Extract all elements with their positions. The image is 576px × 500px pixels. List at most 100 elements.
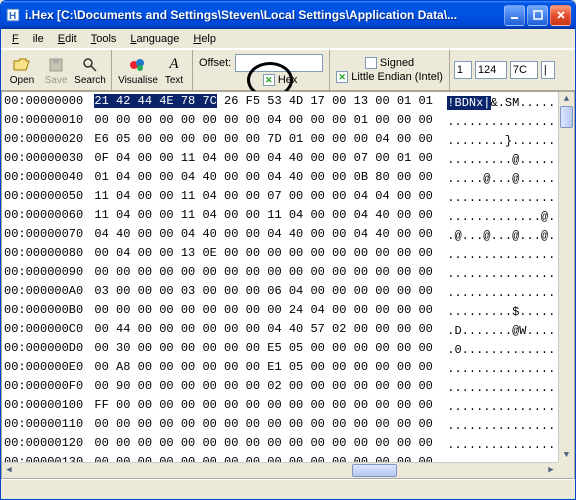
checkbox-unchecked-icon	[365, 57, 377, 69]
offset-label: Offset:	[199, 57, 231, 69]
ascii-col[interactable]: ................	[433, 246, 565, 265]
ascii-col[interactable]: .....@...@......	[433, 170, 565, 189]
ascii-col[interactable]: ................	[433, 379, 565, 398]
hex-row[interactable]: 00:00000120 00 00 00 00 00 00 00 00 00 0…	[4, 436, 565, 455]
ascii-col[interactable]: .........$......	[433, 303, 565, 322]
open-button[interactable]: Open	[5, 55, 39, 86]
hex-editor[interactable]: 00:00000000 21 42 44 4E 78 7C 26 F5 53 4…	[1, 91, 575, 479]
ascii-col[interactable]: ................	[433, 436, 565, 455]
hex-bytes[interactable]: 11 04 00 00 11 04 00 00 07 00 00 00 04 0…	[83, 189, 433, 208]
checkbox-checked-icon: ✕	[263, 74, 275, 86]
hex-row[interactable]: 00:00000100 FF 00 00 00 00 00 00 00 00 0…	[4, 398, 565, 417]
scroll-left-icon[interactable]: ◀	[2, 463, 16, 478]
maximize-button[interactable]	[527, 5, 548, 26]
value-hex-input[interactable]	[510, 61, 538, 79]
hex-row[interactable]: 00:000000D0 00 30 00 00 00 00 00 00 E5 0…	[4, 341, 565, 360]
close-button[interactable]	[550, 5, 571, 26]
checkbox-checked-icon: ✕	[336, 71, 348, 83]
ascii-col[interactable]: !BDNx|&.SM......	[433, 94, 565, 113]
ascii-col[interactable]: .@...@...@...@..	[433, 227, 565, 246]
hex-row[interactable]: 00:00000020 E6 05 00 00 00 00 00 00 7D 0…	[4, 132, 565, 151]
ascii-col[interactable]: .............@..	[433, 208, 565, 227]
hex-row[interactable]: 00:00000010 00 00 00 00 00 00 00 00 04 0…	[4, 113, 565, 132]
svg-text:H: H	[9, 11, 16, 22]
text-button[interactable]: A Text	[160, 55, 188, 86]
hex-bytes[interactable]: 00 00 00 00 00 00 00 00 00 24 04 00 00 0…	[83, 303, 433, 322]
search-button[interactable]: Search	[73, 55, 107, 86]
hex-bytes[interactable]: 00 A8 00 00 00 00 00 00 E1 05 00 00 00 0…	[83, 360, 433, 379]
hex-row[interactable]: 00:00000050 11 04 00 00 11 04 00 00 07 0…	[4, 189, 565, 208]
hex-row[interactable]: 00:000000A0 03 00 00 00 03 00 00 00 06 0…	[4, 284, 565, 303]
ascii-col[interactable]: ................	[433, 417, 565, 436]
hex-row[interactable]: 00:00000040 01 04 00 00 04 40 00 00 04 4…	[4, 170, 565, 189]
hex-row[interactable]: 00:000000F0 00 90 00 00 00 00 00 00 02 0…	[4, 379, 565, 398]
ascii-col[interactable]: ................	[433, 398, 565, 417]
offset-hex-checkbox[interactable]: ✕ Hex	[263, 74, 298, 86]
value-char-input[interactable]	[541, 61, 555, 79]
offset-col: 00:00000040	[4, 170, 83, 189]
hex-bytes[interactable]: E6 05 00 00 00 00 00 00 7D 01 00 00 00 0…	[83, 132, 433, 151]
menu-help[interactable]: Help	[186, 31, 223, 47]
hex-bytes[interactable]: 00 00 00 00 00 00 00 00 04 00 00 00 01 0…	[83, 113, 433, 132]
menu-tools[interactable]: Tools	[84, 31, 124, 47]
app-window: H i.Hex [C:\Documents and Settings\Steve…	[0, 0, 576, 500]
scrollbar-thumb[interactable]	[352, 464, 397, 477]
ascii-col[interactable]: ................	[433, 360, 565, 379]
scroll-right-icon[interactable]: ▶	[544, 463, 558, 478]
hex-row[interactable]: 00:00000030 0F 04 00 00 11 04 00 00 04 4…	[4, 151, 565, 170]
hex-row[interactable]: 00:00000060 11 04 00 00 11 04 00 00 11 0…	[4, 208, 565, 227]
signed-checkbox[interactable]: Signed	[365, 57, 414, 69]
titlebar[interactable]: H i.Hex [C:\Documents and Settings\Steve…	[1, 1, 575, 29]
hex-row[interactable]: 00:000000B0 00 00 00 00 00 00 00 00 00 2…	[4, 303, 565, 322]
hex-bytes[interactable]: 00 90 00 00 00 00 00 00 02 00 00 00 00 0…	[83, 379, 433, 398]
hex-bytes[interactable]: 00 00 00 00 00 00 00 00 00 00 00 00 00 0…	[83, 265, 433, 284]
value-byte-input[interactable]	[454, 61, 472, 79]
horizontal-scrollbar[interactable]: ◀ ▶	[2, 462, 558, 478]
hex-bytes[interactable]: 04 40 00 00 04 40 00 00 04 40 00 00 04 4…	[83, 227, 433, 246]
hex-row[interactable]: 00:000000C0 00 44 00 00 00 00 00 00 04 4…	[4, 322, 565, 341]
hex-bytes[interactable]: 00 00 00 00 00 00 00 00 00 00 00 00 00 0…	[83, 436, 433, 455]
visualise-button[interactable]: Visualise	[116, 55, 160, 86]
hex-row[interactable]: 00:00000000 21 42 44 4E 78 7C 26 F5 53 4…	[4, 94, 565, 113]
menu-edit[interactable]: Edit	[51, 31, 84, 47]
ascii-col[interactable]: .........@......	[433, 151, 565, 170]
hex-row[interactable]: 00:00000110 00 00 00 00 00 00 00 00 00 0…	[4, 417, 565, 436]
search-icon	[73, 55, 107, 75]
offset-col: 00:00000120	[4, 436, 83, 455]
save-button[interactable]: Save	[39, 55, 73, 86]
hex-bytes[interactable]: FF 00 00 00 00 00 00 00 00 00 00 00 00 0…	[83, 398, 433, 417]
hex-row[interactable]: 00:00000070 04 40 00 00 04 40 00 00 04 4…	[4, 227, 565, 246]
vertical-scrollbar[interactable]: ▲ ▼	[558, 92, 574, 462]
offset-col: 00:000000D0	[4, 341, 83, 360]
menu-file[interactable]: File	[5, 31, 51, 47]
menu-language[interactable]: Language	[123, 31, 186, 47]
ascii-col[interactable]: ................	[433, 284, 565, 303]
hex-bytes[interactable]: 00 04 00 00 13 0E 00 00 00 00 00 00 00 0…	[83, 246, 433, 265]
little-endian-checkbox[interactable]: ✕ Little Endian (Intel)	[336, 71, 443, 83]
ascii-col[interactable]: ................	[433, 189, 565, 208]
ascii-col[interactable]: ........}.......	[433, 132, 565, 151]
hex-bytes[interactable]: 21 42 44 4E 78 7C 26 F5 53 4D 17 00 13 0…	[83, 94, 433, 113]
offset-input[interactable]	[235, 54, 323, 72]
ascii-col[interactable]: .0..............	[433, 341, 565, 360]
hex-bytes[interactable]: 0F 04 00 00 11 04 00 00 04 40 00 00 07 0…	[83, 151, 433, 170]
scrollbar-thumb[interactable]	[560, 106, 573, 128]
scroll-down-icon[interactable]: ▼	[559, 448, 574, 462]
offset-col: 00:00000090	[4, 265, 83, 284]
ascii-col[interactable]: .D.......@W.....	[433, 322, 565, 341]
minimize-button[interactable]	[504, 5, 525, 26]
hex-bytes[interactable]: 00 44 00 00 00 00 00 00 04 40 57 02 00 0…	[83, 322, 433, 341]
ascii-col[interactable]: ................	[433, 265, 565, 284]
hex-row[interactable]: 00:000000E0 00 A8 00 00 00 00 00 00 E1 0…	[4, 360, 565, 379]
hex-row[interactable]: 00:00000080 00 04 00 00 13 0E 00 00 00 0…	[4, 246, 565, 265]
hex-bytes[interactable]: 00 30 00 00 00 00 00 00 E5 05 00 00 00 0…	[83, 341, 433, 360]
hex-row[interactable]: 00:00000090 00 00 00 00 00 00 00 00 00 0…	[4, 265, 565, 284]
hex-bytes[interactable]: 11 04 00 00 11 04 00 00 11 04 00 00 04 4…	[83, 208, 433, 227]
hex-bytes[interactable]: 00 00 00 00 00 00 00 00 00 00 00 00 00 0…	[83, 417, 433, 436]
status-bar	[1, 479, 575, 499]
hex-bytes[interactable]: 01 04 00 00 04 40 00 00 04 40 00 00 0B 8…	[83, 170, 433, 189]
scroll-up-icon[interactable]: ▲	[559, 92, 574, 106]
hex-bytes[interactable]: 03 00 00 00 03 00 00 00 06 04 00 00 00 0…	[83, 284, 433, 303]
value-dec-input[interactable]	[475, 61, 507, 79]
ascii-col[interactable]: ................	[433, 113, 565, 132]
